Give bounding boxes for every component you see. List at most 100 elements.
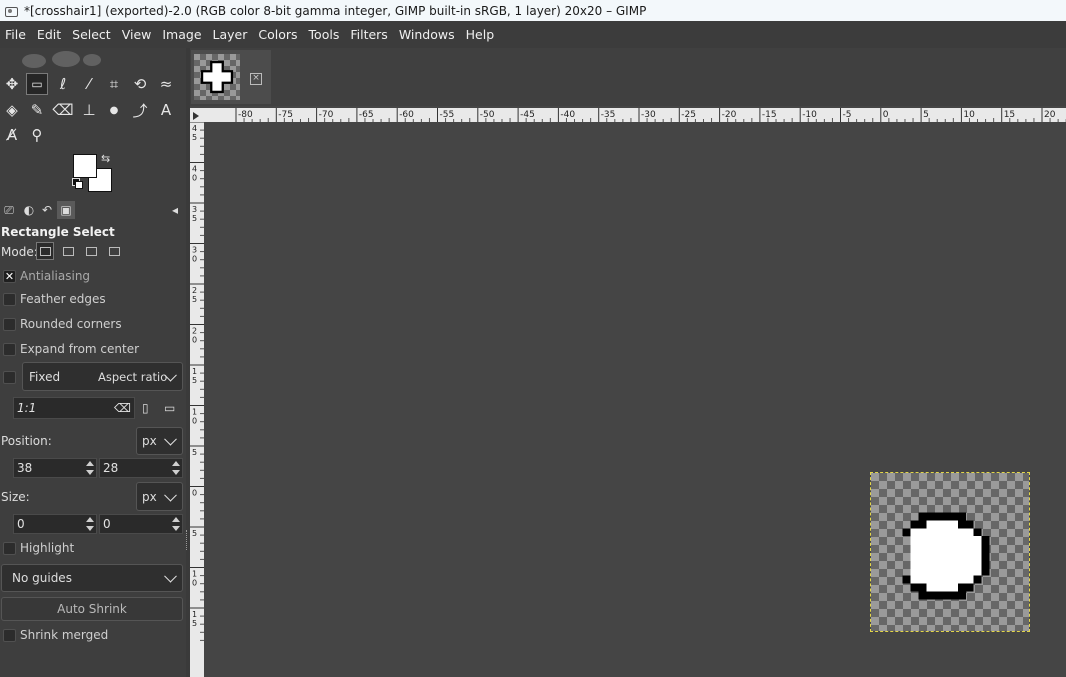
ruler-v-label: 5 — [192, 529, 197, 538]
fixed-row — [3, 369, 20, 385]
highlight-checkbox[interactable] — [3, 541, 16, 555]
ruler-v-label: 3 — [192, 246, 197, 255]
rounded-corners-row[interactable]: Rounded corners — [3, 316, 122, 332]
size-height-spinner[interactable] — [170, 515, 182, 533]
antialiasing-row[interactable]: ✕ Antialiasing — [3, 268, 90, 284]
chevron-down-icon — [164, 488, 177, 502]
position-y-spinner[interactable] — [170, 459, 182, 477]
ruler-v-label: 0 — [192, 579, 197, 588]
position-x-spinner[interactable] — [84, 459, 96, 477]
menu-select[interactable]: Select — [67, 27, 117, 42]
position-y-input[interactable]: 28 — [99, 458, 183, 478]
size-height-input[interactable]: 0 — [99, 514, 183, 534]
ruler-h-label: -45 — [520, 110, 535, 120]
device-status-tab-icon[interactable]: ◐ — [20, 201, 38, 219]
menu-filters[interactable]: Filters — [345, 27, 393, 42]
fixed-combo[interactable]: Fixed Aspect ratio — [22, 362, 183, 391]
menu-image[interactable]: Image — [157, 27, 207, 42]
menu-edit[interactable]: Edit — [32, 27, 67, 42]
ruler-h-label: -50 — [480, 110, 495, 120]
paintbrush-tool-icon[interactable]: ✎ — [26, 99, 48, 121]
tool-options-tab-icon[interactable]: ⎚ — [0, 201, 18, 219]
ruler-v-label: 2 — [192, 327, 197, 336]
clear-field-icon[interactable]: ⌫ — [114, 401, 131, 415]
wilber-logo — [22, 51, 101, 68]
paths-tool-icon[interactable]: ⤴ — [129, 99, 151, 121]
menu-file[interactable]: File — [0, 27, 32, 42]
landscape-icon[interactable]: ▭ — [164, 401, 175, 415]
eraser-tool-icon[interactable]: ⌫ — [52, 99, 74, 121]
smudge-tool-icon[interactable]: ● — [103, 99, 125, 121]
antialiasing-checkbox[interactable]: ✕ — [3, 269, 16, 283]
feather-edges-row[interactable]: Feather edges — [3, 291, 106, 307]
menu-view[interactable]: View — [117, 27, 158, 42]
expand-from-center-checkbox[interactable] — [3, 342, 16, 356]
zoom-tool-icon[interactable]: ⚲ — [26, 124, 48, 146]
ruler-h-label: -70 — [319, 110, 334, 120]
fixed-mode-value: Aspect ratio — [98, 369, 168, 384]
size-width-spinner[interactable] — [84, 515, 96, 533]
mode-replace-button[interactable] — [36, 242, 54, 260]
text-tool-icon[interactable]: A — [155, 99, 177, 121]
expand-from-center-label: Expand from center — [20, 342, 140, 356]
rect-select-tool-icon[interactable]: ▭ — [26, 73, 48, 95]
fixed-checkbox[interactable] — [3, 370, 16, 384]
ratio-input[interactable]: 1:1 ⌫ — [13, 397, 135, 419]
crop-tool-icon[interactable]: ⌗ — [103, 73, 125, 95]
menu-layer[interactable]: Layer — [208, 27, 254, 42]
portrait-icon[interactable]: ▯ — [142, 401, 149, 415]
dock-resize-grip[interactable] — [186, 530, 189, 550]
ruler-h-label: 0 — [883, 110, 889, 120]
foreground-color-swatch[interactable] — [73, 154, 97, 178]
ruler-v-label: 0 — [192, 417, 197, 426]
move-tool-icon[interactable]: ✥ — [1, 73, 23, 95]
menu-colors[interactable]: Colors — [253, 27, 303, 42]
size-unit-select[interactable]: px — [136, 482, 183, 511]
ruler-v-label: 4 — [192, 124, 197, 133]
warp-tool-icon[interactable]: ≈ — [155, 73, 177, 95]
menu-windows[interactable]: Windows — [394, 27, 461, 42]
images-tab-icon[interactable]: ▣ — [57, 201, 75, 219]
mode-subtract-button[interactable] — [82, 242, 100, 260]
clone-tool-icon[interactable]: ⊥ — [78, 99, 100, 121]
guides-select[interactable]: No guides — [1, 564, 183, 592]
auto-shrink-label: Auto Shrink — [57, 602, 127, 616]
color-swatches: ⇆ — [70, 152, 118, 196]
size-label: Size: — [1, 490, 30, 504]
auto-shrink-button[interactable]: Auto Shrink — [1, 597, 183, 621]
highlight-row[interactable]: Highlight — [3, 540, 74, 556]
image-tab-crosshair1[interactable]: × — [191, 50, 271, 104]
ruler-v-label: 2 — [192, 286, 197, 295]
shrink-merged-row[interactable]: Shrink merged — [3, 627, 108, 643]
expand-from-center-row[interactable]: Expand from center — [3, 341, 139, 357]
ruler-v-label: 4 — [192, 165, 197, 174]
default-colors-icon[interactable] — [72, 178, 83, 189]
menu-help[interactable]: Help — [461, 27, 501, 42]
mode-add-button[interactable] — [59, 242, 77, 260]
swap-colors-icon[interactable]: ⇆ — [101, 152, 110, 165]
free-select-tool-icon[interactable]: ℓ — [52, 73, 74, 95]
undo-history-tab-icon[interactable]: ↶ — [38, 201, 56, 219]
shrink-merged-checkbox[interactable] — [3, 628, 16, 642]
position-unit-select[interactable]: px — [136, 427, 183, 455]
ruler-corner-toggle[interactable] — [190, 108, 204, 122]
mode-intersect-button[interactable] — [105, 242, 123, 260]
color-picker-tool-icon[interactable]: A̸ — [1, 124, 23, 146]
feather-edges-checkbox[interactable] — [3, 292, 16, 306]
chevron-down-icon — [164, 432, 177, 446]
ruler-h-label: -75 — [278, 110, 293, 120]
size-width-input[interactable]: 0 — [13, 514, 97, 534]
dock-menu-icon[interactable]: ◂ — [166, 201, 184, 219]
fuzzy-select-tool-icon[interactable]: ⁄ — [78, 73, 100, 95]
transform-tool-icon[interactable]: ⟲ — [129, 73, 151, 95]
ruler-v-label: 5 — [192, 619, 197, 628]
antialiasing-label: Antialiasing — [20, 269, 91, 283]
horizontal-ruler[interactable]: -80 -75 -70 -65 -60 -55 -50 -45 -40 -35 -30 -25 -20-… — [204, 108, 1066, 122]
gimp-app-icon — [4, 4, 18, 18]
close-tab-icon[interactable]: × — [250, 73, 262, 85]
bucket-fill-tool-icon[interactable]: ◈ — [1, 99, 23, 121]
rounded-corners-checkbox[interactable] — [3, 317, 16, 331]
position-x-input[interactable]: 38 — [13, 458, 97, 478]
menu-tools[interactable]: Tools — [304, 27, 346, 42]
vertical-ruler[interactable]: 45403530252015105051015 — [190, 122, 204, 677]
